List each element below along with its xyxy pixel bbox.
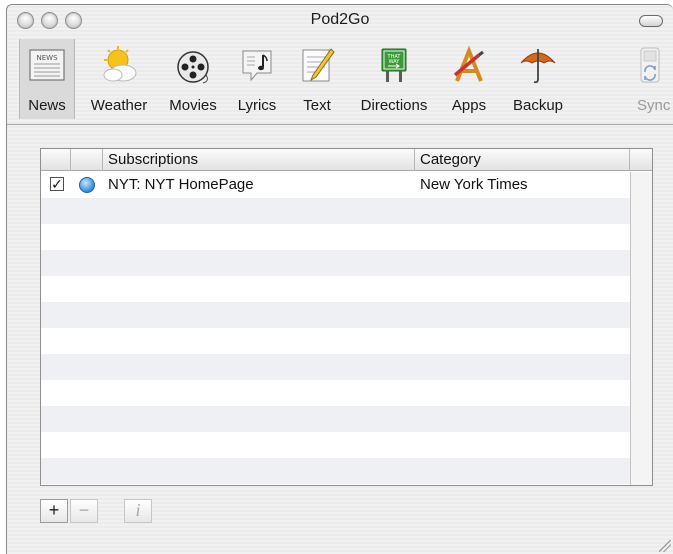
resize-grip[interactable]	[659, 540, 671, 552]
header-check-column[interactable]	[41, 149, 71, 171]
empty-row	[41, 198, 631, 224]
svg-text:NEWS: NEWS	[36, 54, 58, 62]
text-notepad-icon	[302, 48, 335, 82]
empty-row	[41, 406, 631, 432]
sync-ipod-icon	[640, 47, 660, 83]
empty-row	[41, 224, 631, 250]
toolbar-item-sync[interactable]: Sync	[627, 39, 673, 119]
toolbar-toggle-button[interactable]	[639, 15, 663, 27]
empty-row	[41, 380, 631, 406]
directions-sign-icon: THAT WAY	[381, 48, 407, 82]
toolbar-item-label: Lyrics	[237, 97, 277, 114]
empty-row	[41, 276, 631, 302]
table-header: Subscriptions Category	[41, 149, 652, 171]
toolbar-item-label: News	[28, 97, 66, 114]
toolbar-item-label: Backup	[512, 97, 564, 114]
empty-row	[41, 250, 631, 276]
lyrics-note-icon	[242, 50, 272, 82]
app-window: Pod2Go NEWS News Weather Movies Lyrics T…	[6, 4, 673, 554]
header-subscriptions[interactable]: Subscriptions	[103, 149, 415, 171]
empty-row	[41, 432, 631, 458]
empty-row	[41, 328, 631, 354]
svg-text:WAY: WAY	[389, 59, 401, 65]
globe-icon	[79, 177, 95, 193]
toolbar-item-label: Text	[303, 97, 331, 114]
subscription-category: New York Times	[420, 176, 528, 193]
toolbar-item-label: Sync	[637, 97, 671, 114]
film-reel-icon	[177, 51, 209, 84]
table-row[interactable]: ✓ NYT: NYT HomePage New York Times	[41, 172, 631, 198]
vertical-scrollbar[interactable]	[630, 172, 652, 485]
subscription-checkbox[interactable]: ✓	[50, 177, 64, 191]
toolbar-item-label: Apps	[451, 97, 487, 114]
empty-row	[41, 458, 631, 484]
toolbar-item-text[interactable]: Text	[293, 39, 341, 119]
toolbar-item-apps[interactable]: Apps	[443, 39, 495, 119]
apps-pencil-icon	[453, 45, 484, 82]
empty-row	[41, 302, 631, 328]
backup-umbrella-icon	[520, 49, 556, 84]
toolbar-item-label: Weather	[90, 97, 148, 114]
toolbar-item-backup[interactable]: Backup	[503, 39, 573, 119]
header-icon-column[interactable]	[71, 149, 103, 171]
toolbar-item-lyrics[interactable]: Lyrics	[231, 39, 283, 119]
newspaper-icon: NEWS	[29, 49, 65, 81]
toolbar-divider	[7, 124, 673, 125]
toolbar-item-label: Movies	[169, 97, 217, 114]
weather-sun-cloud-icon	[103, 46, 137, 82]
add-button[interactable]: +	[40, 499, 68, 523]
subscription-name: NYT: NYT HomePage	[108, 176, 254, 193]
table-body: ✓ NYT: NYT HomePage New York Times	[41, 172, 631, 485]
window-title: Pod2Go	[310, 11, 370, 28]
toolbar-item-weather[interactable]: Weather	[83, 39, 155, 119]
title-bar: Pod2Go	[7, 5, 673, 35]
info-button[interactable]: i	[124, 499, 152, 523]
toolbar-item-news[interactable]: NEWS News	[19, 39, 75, 119]
toolbar-item-label: Directions	[360, 97, 428, 114]
empty-row	[41, 354, 631, 380]
toolbar-item-directions[interactable]: THAT WAY Directions	[353, 39, 435, 119]
subscriptions-table[interactable]: Subscriptions Category ✓ NYT: NYT HomePa…	[40, 148, 653, 486]
remove-button[interactable]: −	[70, 499, 98, 523]
toolbar: NEWS News Weather Movies Lyrics Text THA…	[7, 39, 673, 119]
header-category[interactable]: Category	[415, 149, 630, 171]
toolbar-item-movies[interactable]: Movies	[163, 39, 223, 119]
